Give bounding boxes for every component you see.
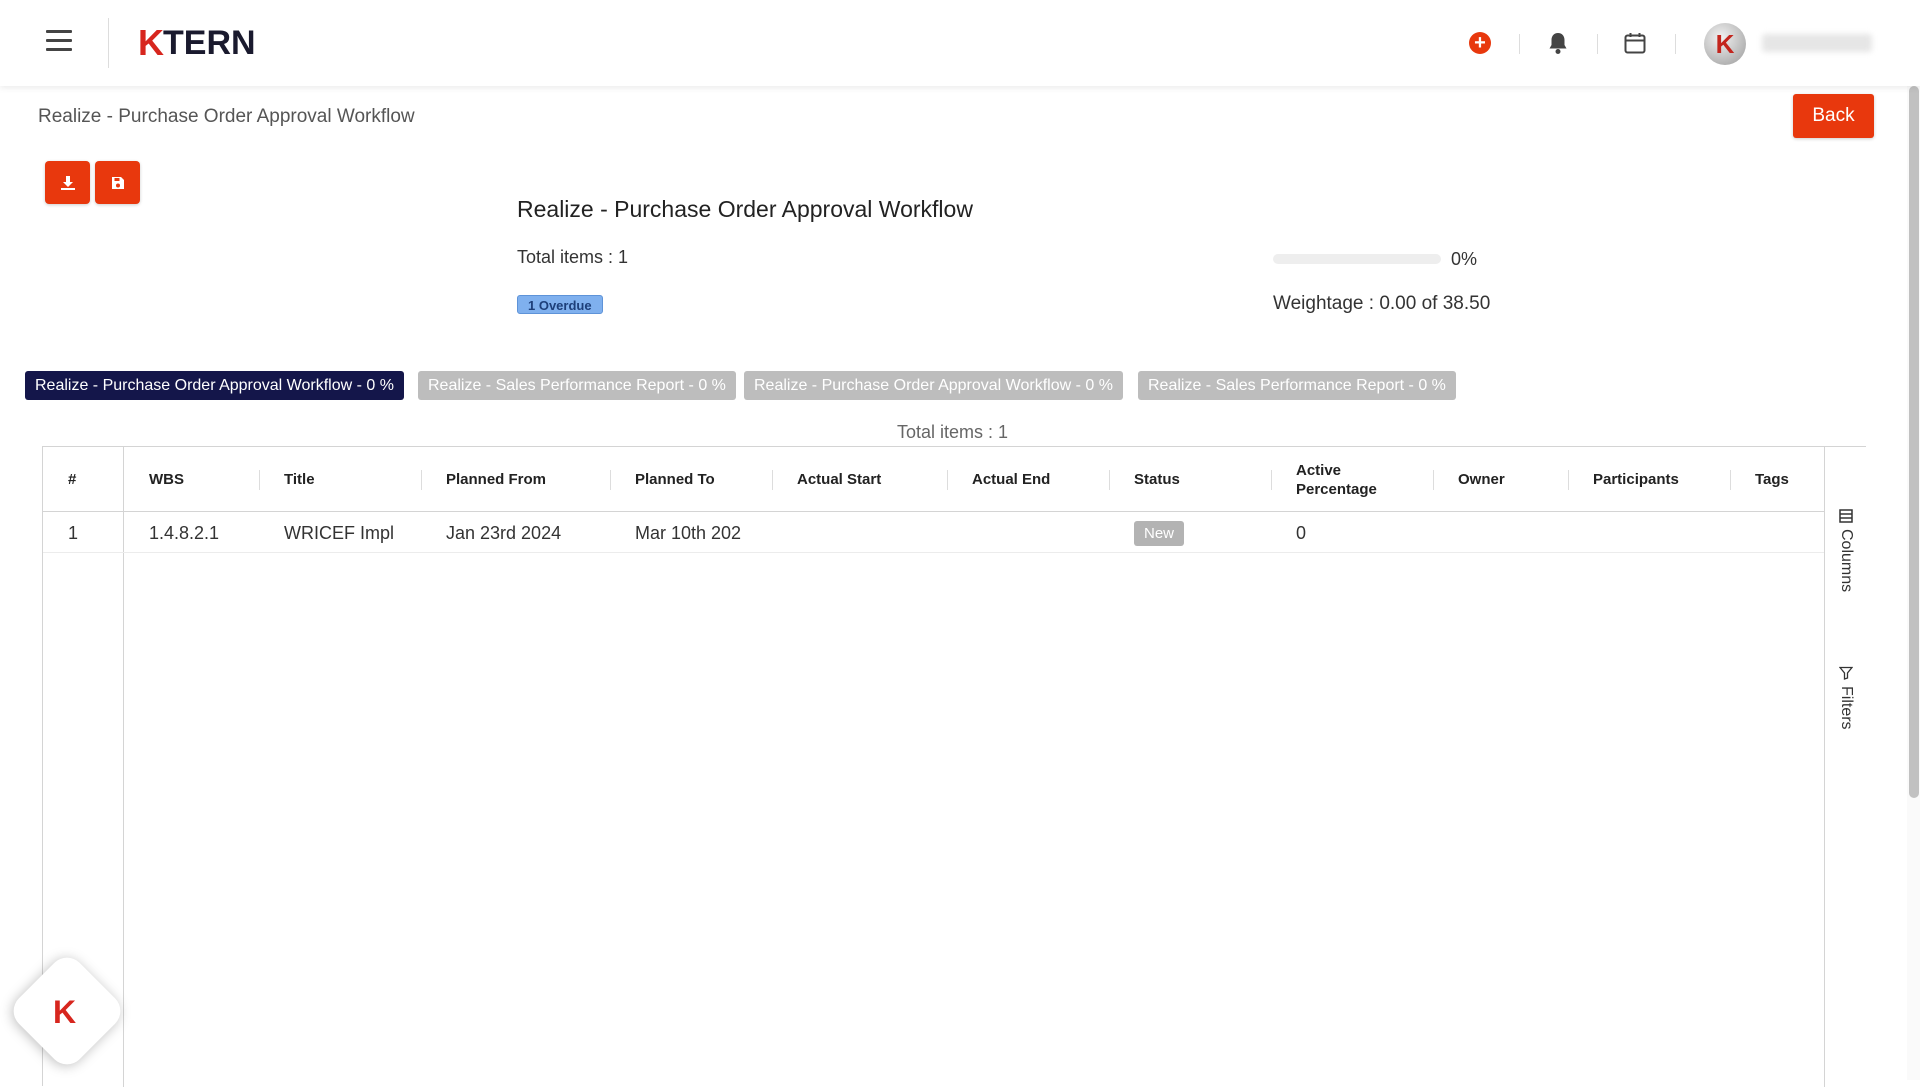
grid-total-items: Total items : 1 (897, 422, 1009, 442)
scrollbar-thumb[interactable] (1909, 86, 1919, 798)
calendar-icon[interactable] (1622, 30, 1648, 56)
filters-panel-button[interactable]: Filters (1825, 666, 1867, 730)
cell-planned-to: Mar 10th 202 (635, 522, 742, 543)
cell-title[interactable]: WRICEF Impl (284, 513, 394, 553)
bell-icon[interactable] (1545, 30, 1571, 56)
save-button[interactable] (95, 161, 140, 204)
column-header-actual-start[interactable]: Actual Start (797, 447, 881, 512)
columns-label: Columns (1838, 529, 1855, 593)
column-header-number[interactable]: # (68, 447, 76, 512)
columns-icon (1839, 509, 1853, 523)
tasks-grid: # WBS Title Planned From Planned To Actu… (42, 446, 1866, 1087)
column-header-participants[interactable]: Participants (1593, 447, 1679, 512)
tab-sales-performance-report[interactable]: Realize - Sales Performance Report - 0 % (418, 371, 736, 400)
top-navbar: K TERN + K (0, 0, 1920, 86)
column-header-planned-from[interactable]: Planned From (446, 447, 546, 512)
filters-label: Filters (1838, 686, 1855, 730)
cell-planned-from: Jan 23rd 2024 (446, 522, 562, 543)
cell-wbs: 1.4.8.2.1 (149, 522, 220, 543)
column-header-title[interactable]: Title (284, 447, 315, 512)
column-header-status[interactable]: Status (1134, 447, 1180, 512)
plus-circle-icon[interactable]: + (1467, 30, 1493, 56)
page-scrollbar[interactable] (1907, 86, 1920, 1080)
summary-total-items: Total items : 1 (517, 247, 629, 267)
navbar-separator (1597, 34, 1598, 54)
weightage-text: Weightage : 0.00 of 38.50 (1273, 293, 1491, 314)
tab-sales-performance-report-2[interactable]: Realize - Sales Performance Report - 0 % (1138, 371, 1456, 400)
cell-number: 1 (68, 522, 79, 543)
progress-bar (1273, 254, 1441, 264)
logo-k: K (138, 22, 164, 63)
column-header-owner[interactable]: Owner (1458, 447, 1505, 512)
menu-icon[interactable] (46, 30, 72, 52)
cell-active-percentage: 0 (1296, 522, 1307, 543)
grid-side-panel: Columns Filters (1824, 447, 1866, 1087)
column-header-wbs[interactable]: WBS (149, 447, 184, 512)
navbar-separator (1675, 34, 1676, 54)
progress-label: 0% (1451, 249, 1478, 269)
columns-panel-button[interactable]: Columns (1825, 509, 1867, 592)
ktern-assistant-icon[interactable]: K (53, 994, 76, 1031)
grid-header: # WBS Title Planned From Planned To Actu… (43, 447, 1824, 512)
table-row[interactable]: 1 1.4.8.2.1 WRICEF Impl Jan 23rd 2024 Ma… (43, 513, 1824, 553)
filter-icon (1839, 666, 1853, 680)
overdue-badge[interactable]: 1 Overdue (517, 295, 603, 314)
ktern-logo[interactable]: K TERN (138, 22, 256, 64)
download-icon (60, 175, 75, 190)
logo-text: TERN (163, 23, 256, 62)
cell-status: New (1134, 513, 1185, 553)
column-header-active-percentage[interactable]: Active Percentage (1296, 447, 1386, 512)
navbar-separator (1519, 34, 1520, 54)
tab-purchase-order-approval-2[interactable]: Realize - Purchase Order Approval Workfl… (744, 371, 1123, 400)
tab-purchase-order-approval[interactable]: Realize - Purchase Order Approval Workfl… (25, 371, 404, 400)
back-button[interactable]: Back (1793, 94, 1874, 138)
breadcrumb: Realize - Purchase Order Approval Workfl… (38, 106, 415, 127)
status-badge: New (1134, 520, 1185, 546)
project-title: Realize - Purchase Order Approval Workfl… (517, 196, 973, 222)
column-header-tags[interactable]: Tags (1755, 447, 1789, 512)
navbar-divider (108, 18, 109, 68)
column-header-planned-to[interactable]: Planned To (635, 447, 715, 512)
download-button[interactable] (45, 161, 90, 204)
column-header-actual-end[interactable]: Actual End (972, 447, 1050, 512)
avatar[interactable]: K (1704, 23, 1746, 65)
username-blurred[interactable] (1762, 34, 1872, 52)
save-icon (111, 176, 124, 189)
